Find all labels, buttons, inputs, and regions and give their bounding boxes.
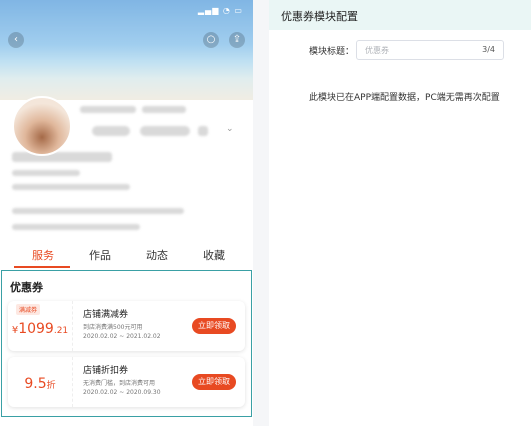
chevron-down-icon[interactable]: ⌄ [226,124,234,134]
tab-service[interactable]: 服务 [32,247,54,263]
panel-title: 优惠券模块配置 [281,10,358,23]
module-title-input[interactable]: 优惠券 3/4 [356,40,504,60]
coupon-amount: 9.5折 [24,376,56,392]
blurred-button[interactable] [92,126,130,136]
active-tab-indicator [14,266,70,268]
coupon-card: 满减券 ¥1099.21 店铺满减券 到店消费满500元可用 2020.02.0… [8,301,245,351]
blurred-text [12,170,80,176]
claim-button[interactable]: 立即领取 [192,374,236,390]
avatar [12,96,72,156]
phone-preview: ▂▄▆ ◔ ▭ ‹ ○ ⇪ ⌄ 服务 作品 动态 收藏 优惠券 满减券 ¥109… [0,0,253,426]
coupon-condition: 到店消费满500元可用 [83,324,143,331]
tab-works[interactable]: 作品 [89,247,111,263]
coupon-type-badge: 满减券 [16,304,41,315]
coupon-amount: ¥1099.21 [11,321,69,337]
tab-activity[interactable]: 动态 [146,247,168,263]
search-icon[interactable]: ○ [203,32,219,48]
coupon-name: 店铺满减券 [83,310,129,320]
blurred-icon [198,126,208,136]
profile-tabs: 服务 作品 动态 收藏 [0,243,253,269]
blurred-button[interactable] [140,126,190,136]
blurred-stat [80,106,136,113]
blurred-text [12,224,140,230]
char-counter: 3/4 [482,45,495,54]
config-panel: 优惠券模块配置 模块标题： 优惠券 3/4 此模块已在APP端配置数据，PC端无… [269,0,531,426]
blurred-stat [142,106,186,113]
share-icon[interactable]: ⇪ [229,32,245,48]
cover-image [0,0,253,100]
blurred-text [12,208,184,214]
blurred-text [12,184,130,190]
module-title-value: 优惠券 [365,46,389,55]
blurred-name [12,152,112,162]
status-bar-icons: ▂▄▆ ◔ ▭ [197,6,243,15]
module-title: 优惠券 [10,281,43,294]
coupon-value-area: 9.5折 [8,357,73,407]
tab-favorites[interactable]: 收藏 [203,247,225,263]
back-icon[interactable]: ‹ [8,32,24,48]
coupon-value-area: 满减券 ¥1099.21 [8,301,73,351]
module-title-label: 模块标题： [309,47,355,57]
coupon-module[interactable]: 优惠券 满减券 ¥1099.21 店铺满减券 到店消费满500元可用 2020.… [1,270,252,417]
coupon-condition: 无消费门槛，到店消费可用 [83,380,156,387]
coupon-name: 店铺折扣券 [83,366,129,376]
claim-button[interactable]: 立即领取 [192,318,236,334]
coupon-validity: 2020.02.02 ~ 2021.02.02 [83,333,161,340]
panel-header: 优惠券模块配置 [269,0,531,30]
coupon-card: 9.5折 店铺折扣券 无消费门槛，到店消费可用 2020.02.02 ~ 202… [8,357,245,407]
config-notice: 此模块已在APP端配置数据，PC端无需再次配置 [309,93,500,103]
coupon-validity: 2020.02.02 ~ 2020.09.30 [83,389,161,396]
